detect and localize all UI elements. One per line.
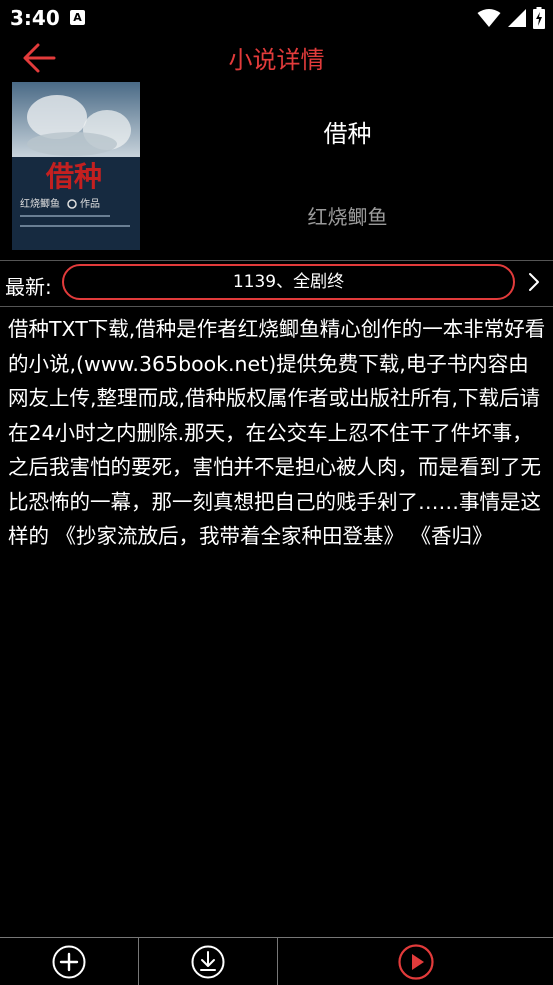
status-bar: 3:40 A [0, 0, 553, 36]
play-circle-icon [397, 943, 434, 980]
latest-chapter-row: 最新: 1139、全剧终 [0, 262, 553, 306]
book-title: 借种 [323, 120, 372, 148]
a-badge-icon: A [70, 10, 85, 25]
wifi-icon [477, 9, 501, 27]
cover-title-text: 借种 [45, 160, 102, 193]
latest-chapter-arrow[interactable] [524, 270, 544, 294]
cover-tag-text: 作品 [80, 198, 100, 210]
add-circle-icon [52, 945, 86, 978]
chevron-right-icon [529, 273, 539, 291]
status-time: 3:40 [10, 6, 60, 30]
status-icons [477, 6, 545, 30]
latest-chapter-button[interactable]: 1139、全剧终 [62, 264, 515, 300]
book-author: 红烧鲫鱼 [307, 205, 388, 229]
cover-artwork: 借种 红烧鲫鱼 作品 [12, 82, 140, 250]
divider [0, 260, 553, 261]
latest-label: 最新: [5, 275, 52, 299]
divider [0, 306, 553, 307]
download-circle-icon [191, 945, 225, 978]
page-title: 小说详情 [228, 46, 325, 74]
book-description: 借种TXT下载,借种是作者红烧鲫鱼精心创作的一本非常好看的小说,(www.365… [8, 317, 546, 548]
battery-charging-icon [533, 7, 545, 29]
book-cover[interactable]: 借种 红烧鲫鱼 作品 [12, 82, 140, 250]
bottom-action-bar [0, 937, 553, 985]
add-to-shelf-button[interactable] [0, 938, 138, 985]
signal-icon [508, 9, 526, 27]
read-button[interactable] [278, 938, 553, 985]
download-button[interactable] [139, 938, 277, 985]
cover-author-text: 红烧鲫鱼 [20, 197, 60, 210]
book-info: 借种 红烧鲫鱼 作品 借种 红烧鲫鱼 [0, 82, 553, 258]
app-bar: 小说详情 [0, 36, 553, 80]
